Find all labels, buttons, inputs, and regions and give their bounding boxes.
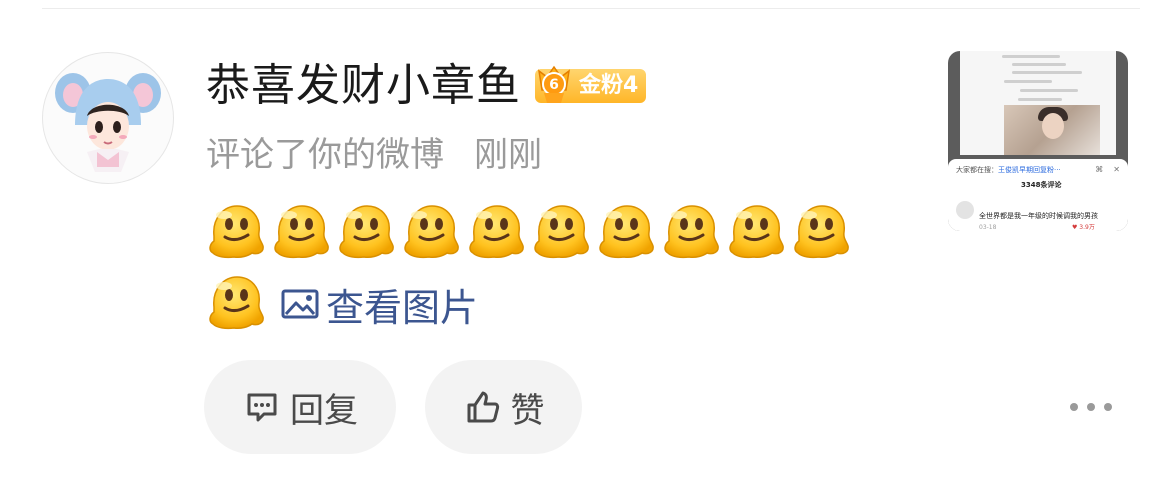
close-icon: ✕ xyxy=(1113,165,1120,174)
melting-face-emoji xyxy=(534,205,589,259)
melting-face-emoji xyxy=(729,205,784,259)
user-header: 恭喜发财小章鱼 6 金粉4 xyxy=(206,58,647,114)
thumbnail-comment-panel: 大家都在搜：王俊凯早期回复粉··· ⌘ ✕ 3348条评论 全世界都是我一年级的… xyxy=(948,159,1128,231)
comment-time: 刚刚 xyxy=(474,134,542,175)
melting-face-emoji xyxy=(469,205,524,259)
comment-icon xyxy=(247,393,277,422)
melting-face-emoji xyxy=(209,276,264,330)
thumbnail-date: 03-18 xyxy=(979,224,997,231)
emoji-row xyxy=(206,271,266,337)
thumbnail-photo xyxy=(1004,105,1100,155)
thumbnail-likes: ♥ 3.9万 xyxy=(1072,224,1095,231)
more-dot xyxy=(1070,403,1078,411)
melting-face-emoji xyxy=(599,205,654,259)
thumbs-up-icon xyxy=(467,391,499,423)
comment-meta: 评论了你的微博 刚刚 xyxy=(206,128,542,175)
melting-face-emoji xyxy=(664,205,719,259)
comment-content: 查看图片 xyxy=(206,200,906,340)
comment-action-text: 评论了你的微博 xyxy=(206,134,444,175)
more-dot xyxy=(1087,403,1095,411)
reply-label: 回复 xyxy=(290,390,358,431)
melting-face-emoji xyxy=(339,205,394,259)
thumbnail-avatar xyxy=(956,201,974,219)
more-dot xyxy=(1104,403,1112,411)
crown-trophy-icon: 6 xyxy=(537,65,571,103)
thumbnail-search: 大家都在搜：王俊凯早期回复粉··· xyxy=(956,166,1061,174)
thumbnail-icons: ⌘ ✕ xyxy=(1095,165,1120,174)
like-button[interactable]: 赞 xyxy=(425,360,582,454)
top-divider xyxy=(42,8,1140,9)
like-label: 赞 xyxy=(510,390,545,431)
view-images-label: 查看图片 xyxy=(326,285,479,330)
melting-face-emoji xyxy=(209,205,264,259)
fan-level-badge[interactable]: 6 金粉4 xyxy=(535,65,647,103)
more-options-button[interactable] xyxy=(1070,390,1112,424)
melting-face-emoji xyxy=(404,205,459,259)
emoji-and-link-row: 查看图片 xyxy=(206,268,906,340)
user-name[interactable]: 恭喜发财小章鱼 xyxy=(206,58,521,114)
fan-badge-label: 金粉4 xyxy=(579,73,639,98)
expand-icon: ⌘ xyxy=(1095,165,1104,174)
avatar[interactable] xyxy=(42,52,174,184)
thumbnail-comment-count: 3348条评论 xyxy=(1021,181,1062,189)
reply-button[interactable]: 回复 xyxy=(204,360,396,454)
avatar-illustration xyxy=(55,73,161,172)
comment-notification: 恭喜发财小章鱼 6 金粉4 评论了你的微博 刚刚 查看图片 大家都在搜：王俊凯早… xyxy=(0,0,1170,488)
image-icon xyxy=(281,289,319,319)
fan-badge-number: 6 xyxy=(549,77,559,93)
post-thumbnail[interactable]: 大家都在搜：王俊凯早期回复粉··· ⌘ ✕ 3348条评论 全世界都是我一年级的… xyxy=(948,51,1128,231)
melting-face-emoji xyxy=(274,205,329,259)
melting-face-emoji xyxy=(794,205,849,259)
thumbnail-screenshot xyxy=(960,51,1116,155)
emoji-row xyxy=(206,200,906,266)
thumbnail-top-comment: 全世界都是我一年级的时候调我的男孩 xyxy=(979,212,1098,220)
view-images-link[interactable]: 查看图片 xyxy=(280,277,478,332)
